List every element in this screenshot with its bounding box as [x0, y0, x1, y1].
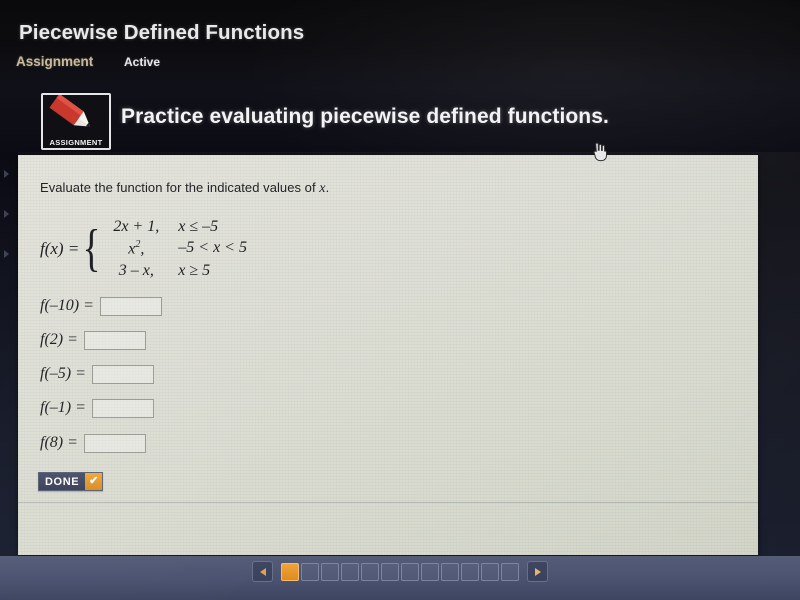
answer-label: f(–1) = [40, 399, 86, 416]
answer-row: f(–5) = [40, 363, 154, 385]
case-condition: –5 < x < 5 [178, 239, 247, 257]
page-dot-9[interactable] [441, 562, 459, 581]
case-expression: x2, [128, 239, 145, 258]
answer-input-f-neg10[interactable] [99, 296, 162, 316]
answer-label: f(–5) = [40, 365, 86, 382]
case-row: 2x + 1, x ≤ –5 [105, 218, 247, 236]
answer-label: f(8) = [40, 434, 78, 451]
answer-row: f(–1) = [40, 397, 154, 419]
gutter-chevron-icon [4, 210, 9, 218]
answer-input-f-2[interactable] [83, 330, 146, 350]
chevron-right-icon [534, 567, 541, 576]
page-dot-list [281, 562, 519, 581]
done-button[interactable]: DONE ✔ [38, 472, 104, 491]
case-condition: x ≤ –5 [178, 218, 219, 235]
next-page-button[interactable] [527, 561, 548, 582]
page-dot-12[interactable] [501, 562, 519, 581]
assignment-pencil-icon: ASSIGNMENT [41, 93, 111, 150]
assignment-category-label: Assignment [16, 54, 94, 69]
piecewise-function: f(x) = { 2x + 1, x ≤ –5 x2, –5 < x < 5 3… [40, 218, 247, 281]
banner-title: Practice evaluating piecewise defined fu… [121, 105, 609, 128]
answer-input-f-neg1[interactable] [91, 398, 154, 418]
monitor-screen: Piecewise Defined Functions Assignment A… [0, 0, 800, 600]
prev-page-button[interactable] [252, 561, 273, 582]
answer-row: f(–10) = [40, 295, 162, 317]
case-row: 3 – x, x ≥ 5 [105, 262, 247, 280]
answer-input-f-neg5[interactable] [91, 364, 154, 384]
pager [252, 561, 548, 582]
left-gutter [0, 152, 18, 560]
pagination-bar [0, 556, 800, 600]
answer-row: f(8) = [40, 432, 146, 454]
prompt-text: Evaluate the function for the indicated … [40, 180, 329, 197]
page-dot-8[interactable] [421, 562, 439, 581]
page-dot-6[interactable] [381, 562, 399, 581]
page-header: Piecewise Defined Functions Assignment A… [0, 0, 800, 88]
gutter-chevron-icon [4, 250, 9, 258]
answer-row: f(2) = [40, 329, 146, 351]
case-list: 2x + 1, x ≤ –5 x2, –5 < x < 5 3 – x, x ≥… [105, 218, 247, 281]
content-panel: Evaluate the function for the indicated … [18, 155, 758, 555]
panel-divider [18, 502, 758, 503]
gutter-chevron-icon [4, 170, 9, 178]
page-dot-11[interactable] [481, 562, 499, 581]
page-title: Piecewise Defined Functions [19, 21, 305, 44]
page-dot-5[interactable] [361, 562, 379, 581]
case-condition: x ≥ 5 [178, 262, 211, 280]
done-button-label: DONE [39, 473, 86, 490]
function-label: f(x) = [40, 239, 80, 259]
answer-label: f(–10) = [40, 297, 94, 314]
page-dot-1[interactable] [281, 562, 299, 581]
page-dot-7[interactable] [401, 562, 419, 581]
case-expression: 3 – x, [118, 262, 154, 280]
page-dot-2[interactable] [301, 562, 319, 581]
page-dot-10[interactable] [461, 562, 479, 581]
answer-label: f(2) = [40, 331, 78, 348]
check-icon: ✔ [85, 473, 103, 490]
case-expression: 2x + 1, [113, 218, 160, 235]
page-dot-3[interactable] [321, 562, 339, 581]
page-dot-4[interactable] [341, 562, 359, 581]
prompt-after: . [325, 180, 330, 195]
case-row: x2, –5 < x < 5 [105, 239, 247, 259]
assignment-banner: ASSIGNMENT Practice evaluating piecewise… [0, 88, 800, 152]
answer-input-f-8[interactable] [83, 433, 146, 453]
left-brace: { [82, 219, 101, 277]
status-badge: Active [124, 55, 161, 69]
prompt-before: Evaluate the function for the indicated … [40, 180, 320, 195]
assignment-icon-caption: ASSIGNMENT [49, 138, 103, 147]
chevron-left-icon [259, 567, 266, 576]
